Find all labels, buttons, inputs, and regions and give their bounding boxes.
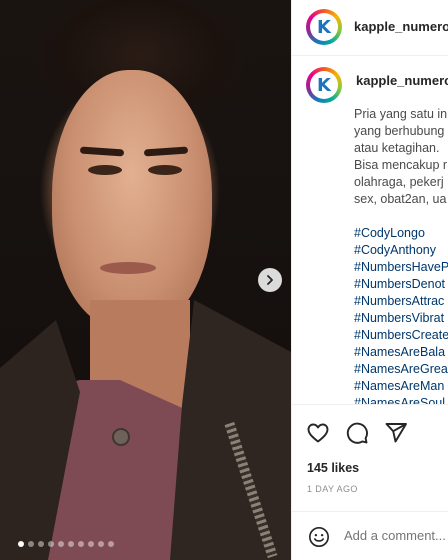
carousel-indicator: [18, 541, 114, 547]
caption-line: olahraga, pekerj: [354, 175, 444, 189]
photo-eye: [88, 165, 122, 175]
caption-line: sex, obat2an, ua: [354, 192, 447, 206]
carousel-dot: [38, 541, 44, 547]
post-sidebar: K kapple_numerol K kapple_numerol Pria y…: [291, 0, 448, 560]
comment-bar: [292, 511, 448, 560]
hashtag-link[interactable]: #NumbersVibrat: [354, 310, 448, 327]
photo-face: [52, 70, 212, 330]
hashtag-link[interactable]: #NamesAreSoul: [354, 395, 448, 404]
likes-count[interactable]: 145 likes: [307, 461, 359, 475]
action-bar: [292, 404, 448, 454]
caption-line: Bisa mencakup r: [354, 158, 448, 172]
hashtag-link[interactable]: #CodyAnthony: [354, 242, 448, 259]
smiley-icon[interactable]: [308, 526, 330, 548]
hashtag-link[interactable]: #NamesAreMan: [354, 378, 448, 395]
hashtag-link[interactable]: #NumbersHaveP: [354, 259, 448, 276]
hashtag-link[interactable]: #NamesAreBala: [354, 344, 448, 361]
hashtag-link[interactable]: #NumbersAttrac: [354, 293, 448, 310]
avatar[interactable]: K: [306, 67, 342, 103]
avatar-logo: K: [310, 13, 338, 41]
avatar[interactable]: K: [306, 9, 342, 45]
hashtag-link[interactable]: #NamesAreGrea: [354, 361, 448, 378]
carousel-dot: [48, 541, 54, 547]
hashtag-link[interactable]: #NumbersDenot: [354, 276, 448, 293]
carousel-dot: [58, 541, 64, 547]
post-timestamp[interactable]: 1 DAY AGO: [307, 484, 358, 494]
caption-username[interactable]: kapple_numerol: [356, 73, 448, 88]
carousel-dot: [88, 541, 94, 547]
comment-icon: [346, 422, 368, 444]
post-photo[interactable]: [0, 0, 291, 560]
post-header: K kapple_numerol: [292, 0, 448, 56]
caption-text: Pria yang satu in yang berhubung atau ke…: [354, 106, 448, 404]
carousel-dot: [18, 541, 24, 547]
caption-line: Pria yang satu in: [354, 107, 448, 121]
photo-eye: [148, 165, 182, 175]
comment-button[interactable]: [345, 421, 369, 445]
hashtag-link[interactable]: #CodyLongo: [354, 225, 448, 242]
send-icon: [385, 423, 407, 443]
avatar-logo: K: [310, 71, 338, 99]
photo-jacket-button: [112, 428, 130, 446]
caption-section: K kapple_numerol Pria yang satu in yang …: [292, 56, 448, 404]
caption-line: atau ketagihan.: [354, 141, 440, 155]
chevron-right-icon: [267, 275, 273, 285]
carousel-dot: [68, 541, 74, 547]
caption-line: yang berhubung: [354, 124, 445, 138]
comment-input[interactable]: [344, 528, 448, 543]
hashtag-link[interactable]: #NumbersCreate: [354, 327, 448, 344]
share-button[interactable]: [384, 421, 408, 445]
header-username[interactable]: kapple_numerol: [354, 19, 448, 34]
photo-mouth: [100, 262, 156, 274]
next-image-button[interactable]: [258, 268, 282, 292]
heart-icon: [307, 423, 329, 443]
carousel-dot: [28, 541, 34, 547]
carousel-dot: [98, 541, 104, 547]
carousel-dot: [108, 541, 114, 547]
like-button[interactable]: [306, 421, 330, 445]
carousel-dot: [78, 541, 84, 547]
